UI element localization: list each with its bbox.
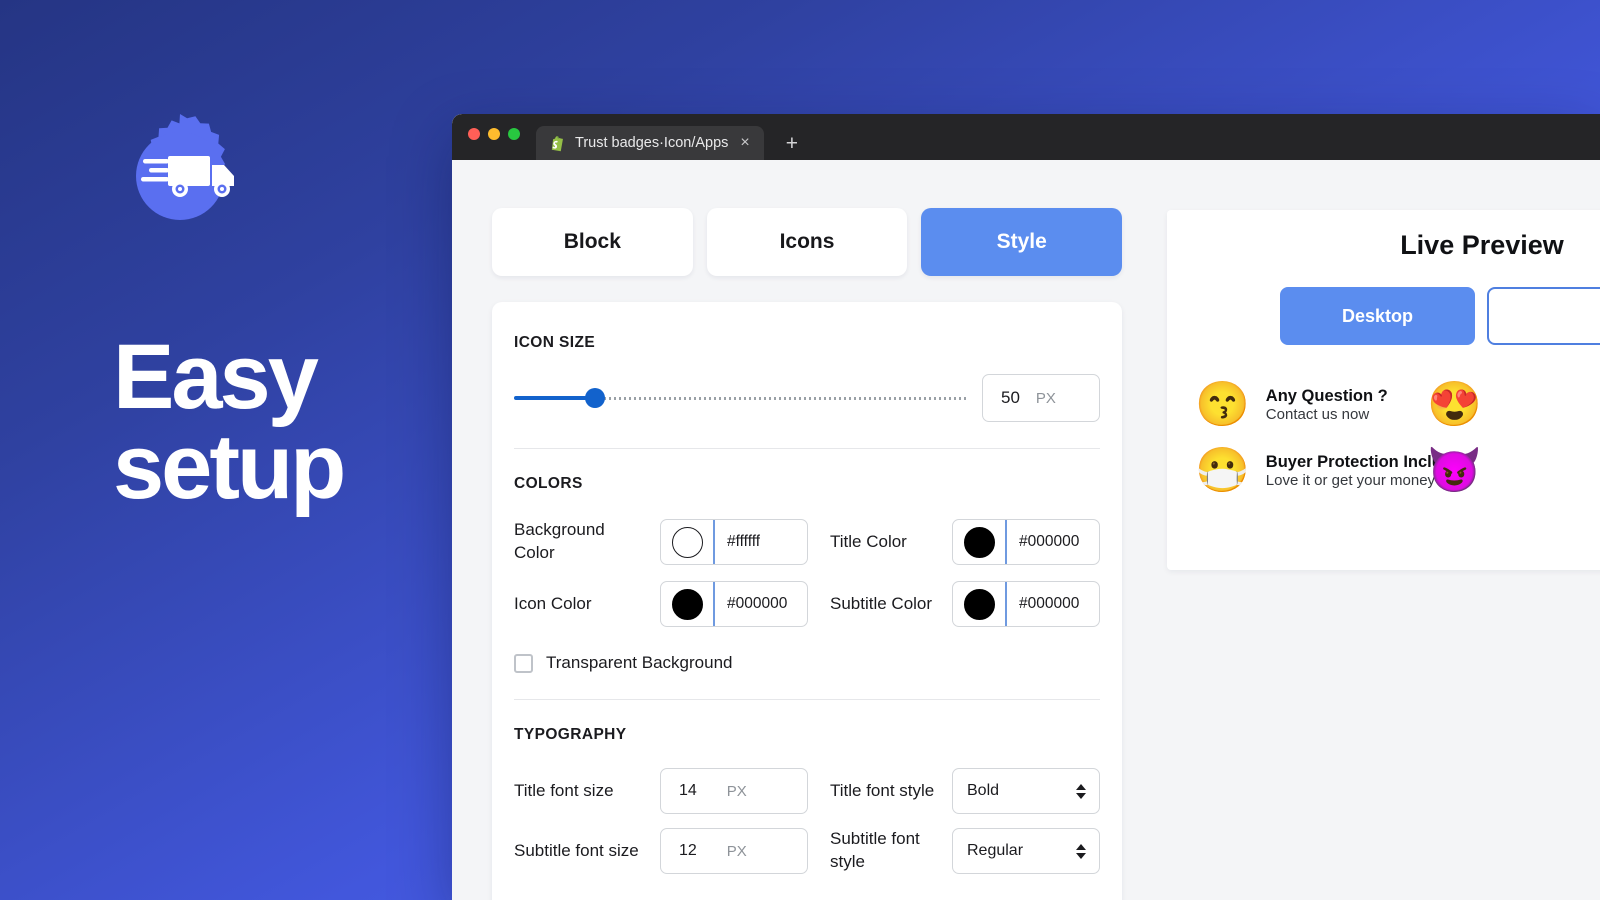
trust-badge-row: 😷 Buyer Protection Included Love it or g… <box>1195 449 1600 493</box>
slider-remaining-track <box>604 396 966 400</box>
subtitle-color-hex: #000000 <box>1019 595 1080 612</box>
close-tab-icon[interactable]: × <box>737 133 752 153</box>
live-preview-title: Live Preview <box>1400 230 1564 260</box>
trust-badge-item: 😈 <box>1427 449 1600 493</box>
subtitle-font-size-value: 12 <box>679 842 697 859</box>
title-font-size-value: 14 <box>679 782 697 799</box>
tab-icons[interactable]: Icons <box>706 208 908 276</box>
chevron-updown-icon <box>1076 843 1086 859</box>
trust-badge-item: 😙 Any Question ? Contact us now <box>1195 383 1427 427</box>
divider-after-colors <box>514 699 1100 700</box>
slider-thumb[interactable] <box>585 388 606 408</box>
chevron-updown-icon <box>1076 783 1086 799</box>
subtitle-font-size-input[interactable]: 12 PX <box>660 828 808 874</box>
trust-badge-subtitle: Contact us now <box>1265 405 1370 423</box>
icon-size-unit: PX <box>1035 389 1056 407</box>
title-color-input[interactable]: #000000 <box>952 519 1100 565</box>
transparent-background-label: Transparent Background <box>546 653 733 672</box>
browser-titlebar: Trust badges·Icon/Apps × + <box>452 114 1600 160</box>
subtitle-color-swatch-wrap[interactable] <box>953 582 1007 626</box>
background-color-hex: #ffffff <box>727 533 761 550</box>
icon-size-control-row: 50 PX <box>514 374 1100 422</box>
typography-grid: Title font size 14 PX Title font style B… <box>514 768 1100 874</box>
title-color-swatch <box>963 526 995 558</box>
delivery-truck-badge <box>114 110 246 242</box>
transparent-background-row[interactable]: Transparent Background <box>514 653 1100 673</box>
browser-tab-title: Trust badges·Icon/Apps <box>575 135 729 151</box>
icon-size-value: 50 <box>1001 388 1020 407</box>
trust-badge-item: 😷 Buyer Protection Included Love it or g… <box>1195 446 1471 495</box>
maximize-window-button[interactable] <box>508 128 520 140</box>
delivery-truck-icon <box>136 114 234 220</box>
browser-viewport: Block Icons Style ICON SIZE 50 PX COLORS… <box>452 160 1600 900</box>
browser-tabstrip: Trust badges·Icon/Apps × + <box>536 114 798 160</box>
typography-section-label: TYPOGRAPHY <box>514 726 627 743</box>
icon-size-input[interactable]: 50 PX <box>982 374 1100 422</box>
colors-section-label: COLORS <box>514 475 583 492</box>
masked-face-icon: 😷 <box>1195 446 1250 495</box>
trust-badge-item: 😍 <box>1427 383 1600 427</box>
subtitle-color-label: Subtitle Color <box>830 593 933 613</box>
promo-headline-line1: Easy <box>113 326 319 428</box>
icon-color-hex: #000000 <box>727 595 788 612</box>
icon-color-input[interactable]: #000000 <box>660 581 808 627</box>
browser-window: Trust badges·Icon/Apps × + Block Icons S… <box>452 114 1600 900</box>
close-window-button[interactable] <box>468 128 480 140</box>
kissing-face-icon: 😙 <box>1195 380 1250 429</box>
device-mobile-button[interactable] <box>1487 287 1600 345</box>
background-color-swatch <box>671 526 703 558</box>
heart-eyes-face-icon: 😍 <box>1427 380 1482 429</box>
tab-block[interactable]: Block <box>492 208 693 276</box>
title-font-size-unit: PX <box>726 782 747 800</box>
trust-badge-row: 😙 Any Question ? Contact us now 😍 <box>1195 383 1600 427</box>
subtitle-font-size-label: Subtitle font size <box>514 840 639 860</box>
devil-face-icon: 😈 <box>1427 446 1482 495</box>
icon-color-swatch-wrap[interactable] <box>661 582 715 626</box>
window-traffic-lights[interactable] <box>468 128 520 140</box>
icon-size-slider[interactable] <box>514 387 966 409</box>
device-desktop-button[interactable]: Desktop <box>1280 287 1475 345</box>
shopify-bag-icon <box>549 135 566 152</box>
trust-badge-title: Any Question ? <box>1265 386 1388 405</box>
promo-headline-line2: setup <box>113 416 346 519</box>
subtitle-font-style-value: Regular <box>967 842 1024 859</box>
background-color-swatch-wrap[interactable] <box>661 520 715 564</box>
promo-panel: Easy setup <box>0 0 452 900</box>
title-font-style-value: Bold <box>967 782 1000 799</box>
icon-color-swatch <box>671 588 703 620</box>
style-settings-panel: ICON SIZE 50 PX COLORS Background Color … <box>492 302 1122 900</box>
transparent-background-checkbox[interactable] <box>514 653 533 673</box>
tab-style[interactable]: Style <box>921 208 1123 276</box>
browser-tab[interactable]: Trust badges·Icon/Apps × <box>536 126 764 160</box>
title-color-label: Title Color <box>830 531 907 551</box>
background-color-input[interactable]: #ffffff <box>660 519 808 565</box>
icon-color-label: Icon Color <box>514 593 592 613</box>
subtitle-font-size-unit: PX <box>726 842 747 860</box>
subtitle-font-style-label: Subtitle font style <box>830 829 920 871</box>
editor-tab-group: Block Icons Style <box>472 160 1142 276</box>
live-preview-card: Live Preview Desktop 😙 Any Question ? Co… <box>1167 210 1600 570</box>
icon-size-section-label: ICON SIZE <box>514 334 596 351</box>
minimize-window-button[interactable] <box>488 128 500 140</box>
background-color-label: Background Color <box>514 520 605 562</box>
subtitle-font-style-select[interactable]: Regular <box>952 828 1100 874</box>
title-color-hex: #000000 <box>1019 533 1080 550</box>
slider-filled-track <box>514 396 596 400</box>
style-editor-column: Block Icons Style ICON SIZE 50 PX COLORS… <box>472 160 1142 900</box>
device-toggle-group: Desktop <box>1275 287 1600 345</box>
new-tab-button[interactable]: + <box>764 133 798 154</box>
trust-badges-list: 😙 Any Question ? Contact us now 😍 😷 Buye… <box>1167 383 1600 493</box>
promo-headline: Easy setup <box>113 326 346 519</box>
title-font-style-label: Title font style <box>830 780 935 800</box>
colors-grid: Background Color #ffffff Title Color #00… <box>514 519 1100 627</box>
title-font-style-select[interactable]: Bold <box>952 768 1100 814</box>
divider-after-icon-size <box>514 448 1100 449</box>
title-color-swatch-wrap[interactable] <box>953 520 1007 564</box>
title-font-size-input[interactable]: 14 PX <box>660 768 808 814</box>
subtitle-color-input[interactable]: #000000 <box>952 581 1100 627</box>
live-preview-column: Live Preview Desktop 😙 Any Question ? Co… <box>1167 160 1600 900</box>
title-font-size-label: Title font size <box>514 780 614 800</box>
subtitle-color-swatch <box>963 588 995 620</box>
